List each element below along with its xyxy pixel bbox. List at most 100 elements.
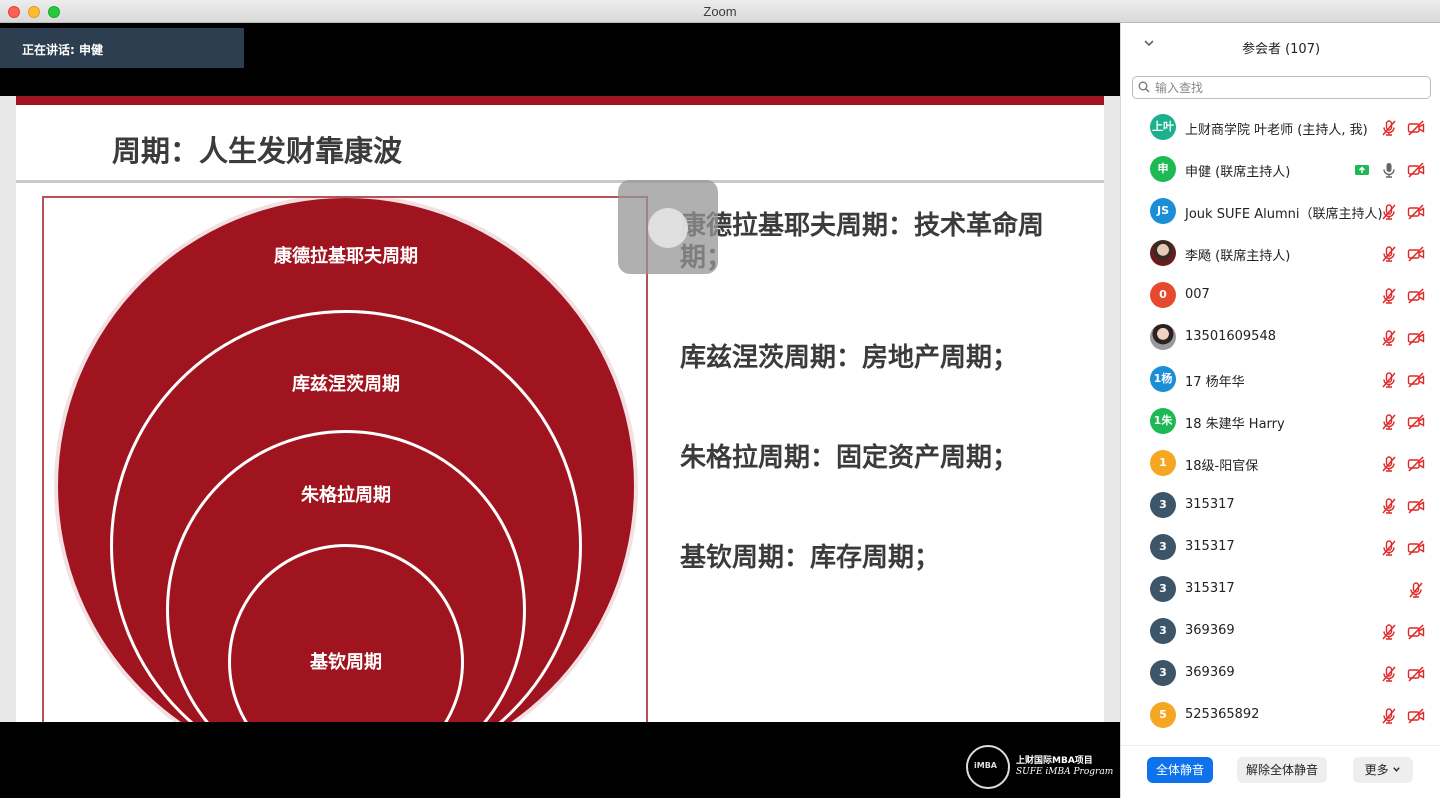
video-off-icon[interactable]	[1407, 119, 1425, 137]
microphone-muted-icon[interactable]	[1380, 203, 1398, 221]
participant-row[interactable]: JS Jouk SUFE Alumni（联席主持人)	[1121, 191, 1440, 233]
participant-row[interactable]: 3 369369	[1121, 653, 1440, 695]
video-off-icon[interactable]	[1407, 413, 1425, 431]
slide-divider	[16, 180, 1104, 183]
more-button[interactable]: 更多	[1353, 757, 1413, 783]
microphone-muted-icon[interactable]	[1380, 665, 1398, 683]
video-off-icon[interactable]	[1407, 455, 1425, 473]
slide-top-bar	[16, 96, 1104, 105]
mute-all-button[interactable]: 全体静音	[1147, 757, 1213, 783]
participant-row[interactable]: 3 315317	[1121, 527, 1440, 569]
avatar: 申	[1150, 156, 1176, 182]
participant-row[interactable]: 1 18级-阳官保	[1121, 443, 1440, 485]
microphone-muted-icon[interactable]	[1380, 287, 1398, 305]
active-speaker-label: 正在讲话: 申健	[0, 28, 244, 68]
panel-footer: 全体静音 解除全体静音 更多	[1121, 745, 1440, 798]
video-off-icon[interactable]	[1407, 203, 1425, 221]
avatar: 3	[1150, 576, 1176, 602]
video-off-icon[interactable]	[1407, 707, 1425, 725]
participant-list: 上叶 上财商学院 叶老师 (主持人, 我) 申申健 (联席主持人) JS Jouk SU…	[1121, 107, 1440, 747]
participant-name: 369369	[1185, 665, 1235, 680]
participant-name: 315317	[1185, 581, 1235, 596]
microphone-muted-icon[interactable]	[1380, 707, 1398, 725]
microphone-muted-icon[interactable]	[1380, 119, 1398, 137]
university-seal-icon	[966, 745, 1010, 789]
avatar: JS	[1150, 198, 1176, 224]
video-off-icon[interactable]	[1407, 329, 1425, 347]
participant-row[interactable]: 3 369369	[1121, 611, 1440, 653]
video-off-icon[interactable]	[1407, 371, 1425, 389]
circle-label: 库兹涅茨周期	[292, 374, 400, 395]
microphone-muted-icon[interactable]	[1380, 371, 1398, 389]
panel-header: 参会者 (107)	[1121, 23, 1440, 69]
participant-row[interactable]: 13501609548	[1121, 317, 1440, 359]
slide-bullet: 朱格拉周期：固定资产周期；	[680, 443, 1019, 473]
participant-row[interactable]: 0 007	[1121, 275, 1440, 317]
screen-share-icon	[1353, 161, 1371, 179]
video-off-icon[interactable]	[1407, 161, 1425, 179]
participant-name: 上财商学院 叶老师 (主持人, 我)	[1185, 123, 1368, 138]
microphone-muted-icon[interactable]	[1407, 581, 1425, 599]
cycle-diagram: 康德拉基耶夫周期 库兹涅茨周期 朱格拉周期 基钦周期	[42, 196, 648, 722]
participant-search[interactable]	[1132, 76, 1431, 99]
participant-row[interactable]: 李飏 (联席主持人)	[1121, 233, 1440, 275]
microphone-muted-icon[interactable]	[1380, 245, 1398, 263]
participant-row[interactable]: 3 315317	[1121, 569, 1440, 611]
microphone-muted-icon[interactable]	[1380, 413, 1398, 431]
participant-row[interactable]: 1杨 17 杨年华	[1121, 359, 1440, 401]
participant-name: Jouk SUFE Alumni（联席主持人)	[1185, 207, 1383, 222]
microphone-icon[interactable]	[1380, 161, 1398, 179]
zoom-window: Zoom 正在讲话: 申健 周期：人生发财靠康波 康德拉基耶夫周期 库兹涅茨周期…	[0, 0, 1440, 798]
avatar: 1	[1150, 450, 1176, 476]
circle-label: 朱格拉周期	[301, 485, 391, 506]
circle-label: 基钦周期	[310, 652, 382, 673]
circle-label: 康德拉基耶夫周期	[274, 246, 418, 267]
participant-row[interactable]: 申申健 (联席主持人)	[1121, 149, 1440, 191]
avatar	[1150, 240, 1176, 266]
video-off-icon[interactable]	[1407, 245, 1425, 263]
slide-title: 周期：人生发财靠康波	[112, 134, 403, 168]
unmute-all-button[interactable]: 解除全体静音	[1237, 757, 1327, 783]
logo-subtext: SUFE iMBA Program	[1016, 767, 1114, 777]
avatar	[1150, 324, 1176, 350]
microphone-muted-icon[interactable]	[1380, 497, 1398, 515]
participant-row[interactable]: 1朱 18 朱建华 Harry	[1121, 401, 1440, 443]
window-title: Zoom	[703, 4, 737, 19]
microphone-muted-icon[interactable]	[1380, 455, 1398, 473]
avatar: 3	[1150, 618, 1176, 644]
slide-bullet: 康德拉基耶夫周期：技术革命周期；	[680, 211, 1045, 273]
video-off-icon[interactable]	[1407, 287, 1425, 305]
title-bar: Zoom	[0, 0, 1440, 23]
video-off-icon[interactable]	[1407, 539, 1425, 557]
participants-panel: 参会者 (107) 上叶上财商学院 叶老师 (主持人, 我)申申健 (联席主持人…	[1120, 23, 1440, 798]
microphone-muted-icon[interactable]	[1380, 329, 1398, 347]
participant-row[interactable]: 3 315317	[1121, 485, 1440, 527]
chevron-down-icon	[1393, 767, 1401, 772]
video-off-icon[interactable]	[1407, 665, 1425, 683]
participant-name: 13501609548	[1185, 329, 1276, 344]
microphone-muted-icon[interactable]	[1380, 539, 1398, 557]
video-off-icon[interactable]	[1407, 497, 1425, 515]
avatar: 3	[1150, 534, 1176, 560]
video-off-icon[interactable]	[1407, 623, 1425, 641]
sufe-imba-logo: 上财国际MBA项目 SUFE iMBA Program	[966, 745, 1113, 793]
participant-name: 369369	[1185, 623, 1235, 638]
participant-row[interactable]: 上叶 上财商学院 叶老师 (主持人, 我)	[1121, 107, 1440, 149]
shared-screen[interactable]: 周期：人生发财靠康波 康德拉基耶夫周期 库兹涅茨周期 朱格拉周期 基钦周期 康德…	[0, 96, 1120, 722]
search-input[interactable]	[1155, 79, 1425, 96]
participant-name: 525365892	[1185, 707, 1260, 722]
participant-row[interactable]: 5 525365892	[1121, 695, 1440, 737]
participant-name: 李飏 (联席主持人)	[1185, 249, 1291, 264]
more-label: 更多	[1364, 763, 1389, 777]
avatar: 1杨	[1150, 366, 1176, 392]
slide-bullet: 库兹涅茨周期：房地产周期；	[680, 343, 1019, 373]
participant-name: 18级-阳官保	[1185, 459, 1259, 474]
microphone-muted-icon[interactable]	[1380, 623, 1398, 641]
presenter-video-thumbnail[interactable]	[618, 180, 718, 274]
avatar: 3	[1150, 492, 1176, 518]
avatar: 3	[1150, 660, 1176, 686]
participant-name: 315317	[1185, 497, 1235, 512]
avatar: 上叶	[1150, 114, 1176, 140]
participants-title: 参会者 (107)	[1241, 42, 1321, 57]
slide: 周期：人生发财靠康波 康德拉基耶夫周期 库兹涅茨周期 朱格拉周期 基钦周期 康德…	[16, 96, 1104, 722]
